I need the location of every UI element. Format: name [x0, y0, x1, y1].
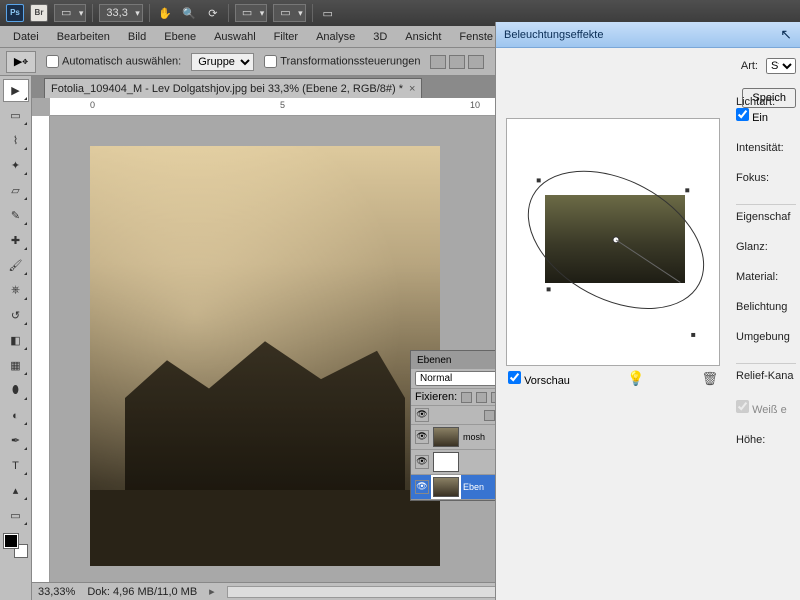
exposure-label: Belichtung [736, 301, 796, 313]
eyedropper-tool[interactable]: ✎ [3, 204, 29, 227]
align-icon[interactable] [430, 55, 446, 69]
lasso-tool[interactable]: ⌇ [3, 129, 29, 152]
menu-bearbeiten[interactable]: Bearbeiten [48, 28, 119, 46]
extras-icon[interactable]: ▭ [319, 4, 337, 22]
art-label: Art: [741, 60, 758, 72]
link-icon[interactable] [484, 410, 495, 421]
layout-dropdown[interactable]: ▭ [54, 4, 86, 22]
zoom-dropdown[interactable]: 33,3 [99, 4, 142, 22]
layer-thumb[interactable] [433, 477, 459, 497]
separator [92, 4, 93, 22]
transform-controls-checkbox[interactable]: Transformationssteuerungen [264, 55, 420, 68]
bridge-icon[interactable]: Br [30, 4, 48, 22]
align-icon[interactable] [449, 55, 465, 69]
menu-datei[interactable]: Datei [4, 28, 48, 46]
lighting-preview[interactable] [506, 118, 720, 366]
eraser-tool[interactable]: ◧ [3, 329, 29, 352]
hand-icon[interactable]: ✋ [156, 4, 174, 22]
document-tab-title: Fotolia_109404_M - Lev Dolgatshjov.jpg b… [51, 83, 403, 95]
menu-bild[interactable]: Bild [119, 28, 155, 46]
visibility-icon[interactable]: 👁 [415, 480, 429, 494]
pen-tool[interactable]: ✒ [3, 429, 29, 452]
menu-3d[interactable]: 3D [364, 28, 396, 46]
marquee-tool[interactable]: ▭ [3, 104, 29, 127]
auto-select-target[interactable]: Gruppe [191, 53, 254, 71]
focus-label: Fokus: [736, 172, 796, 184]
color-swatch[interactable] [4, 534, 28, 558]
intensity-label: Intensität: [736, 142, 796, 154]
relief-label: Relief-Kana [736, 370, 796, 382]
move-tool[interactable]: ▶ [3, 79, 29, 102]
visibility-icon[interactable]: 👁 [415, 455, 429, 469]
heal-tool[interactable]: ✚ [3, 229, 29, 252]
lock-position-icon[interactable] [476, 392, 487, 403]
light-properties: Lichtart: Ein Intensität: Fokus: Eigensc… [736, 96, 796, 446]
trash-icon[interactable]: 🗑 [701, 371, 718, 387]
align-icon[interactable] [468, 55, 484, 69]
dodge-tool[interactable]: ◐ [3, 404, 29, 427]
ambience-label: Umgebung [736, 331, 796, 343]
style-select[interactable]: Sta [766, 58, 796, 74]
menu-analyse[interactable]: Analyse [307, 28, 364, 46]
type-tool[interactable]: T [3, 454, 29, 477]
visibility-icon[interactable]: 👁 [415, 430, 429, 444]
preview-checkbox[interactable]: Vorschau [508, 371, 570, 387]
lock-pixels-icon[interactable] [461, 392, 472, 403]
layer-thumb[interactable] [433, 427, 459, 447]
zoom-status[interactable]: 33,33% [38, 586, 75, 598]
document-tab[interactable]: Fotolia_109404_M - Lev Dolgatshjov.jpg b… [44, 78, 422, 98]
crop-tool[interactable]: ▱ [3, 179, 29, 202]
gradient-tool[interactable]: ▦ [3, 354, 29, 377]
ps-logo-icon[interactable]: Ps [6, 4, 24, 22]
shape-tool[interactable]: ▭ [3, 504, 29, 527]
rotate-icon[interactable]: ⟳ [204, 4, 222, 22]
toolbox: ▶ ▭ ⌇ ✦ ▱ ✎ ✚ 🖌 ⎈ ↺ ◧ ▦ ⬮ ◐ ✒ T ▴ ▭ [0, 76, 32, 600]
document-image[interactable] [90, 146, 440, 566]
layer-thumb[interactable] [433, 452, 459, 472]
zoom-icon[interactable]: 🔍 [180, 4, 198, 22]
arrange-dropdown[interactable]: ▭ [235, 4, 267, 22]
cursor-icon: ↖ [780, 26, 792, 43]
separator [228, 4, 229, 22]
properties-label: Eigenschaf [736, 211, 796, 223]
history-brush-tool[interactable]: ↺ [3, 304, 29, 327]
light-ellipse[interactable] [507, 119, 719, 365]
blur-tool[interactable]: ⬮ [3, 379, 29, 402]
material-label: Material: [736, 271, 796, 283]
visibility-icon[interactable]: 👁 [415, 408, 429, 422]
menu-auswahl[interactable]: Auswahl [205, 28, 265, 46]
menu-ansicht[interactable]: Ansicht [396, 28, 450, 46]
close-tab-icon[interactable]: × [409, 83, 415, 95]
ruler-vertical [32, 116, 50, 582]
height-label: Höhe: [736, 434, 796, 446]
wand-tool[interactable]: ✦ [3, 154, 29, 177]
move-tool-indicator[interactable]: ▶✥ [6, 51, 36, 73]
dialog-title: Beleuchtungseffekte [504, 29, 603, 41]
separator [312, 4, 313, 22]
path-select-tool[interactable]: ▴ [3, 479, 29, 502]
dialog-titlebar[interactable]: Beleuchtungseffekte ↖ [496, 22, 800, 48]
menu-filter[interactable]: Filter [265, 28, 307, 46]
brush-tool[interactable]: 🖌 [3, 254, 29, 277]
doc-size: Dok: 4,96 MB/11,0 MB [87, 586, 197, 598]
screen-dropdown[interactable]: ▭ [273, 4, 305, 22]
lighting-effects-dialog: Beleuchtungseffekte ↖ Art: Sta Speich Vo… [495, 22, 800, 600]
auto-select-checkbox[interactable]: Automatisch auswählen: [46, 55, 181, 68]
separator [149, 4, 150, 22]
ein-checkbox[interactable]: Ein [736, 112, 768, 124]
menu-ebene[interactable]: Ebene [155, 28, 205, 46]
lightbulb-icon[interactable]: 💡 [627, 370, 644, 387]
white-checkbox[interactable]: Weiß e [736, 400, 796, 416]
gloss-label: Glanz: [736, 241, 796, 253]
stamp-tool[interactable]: ⎈ [3, 279, 29, 302]
